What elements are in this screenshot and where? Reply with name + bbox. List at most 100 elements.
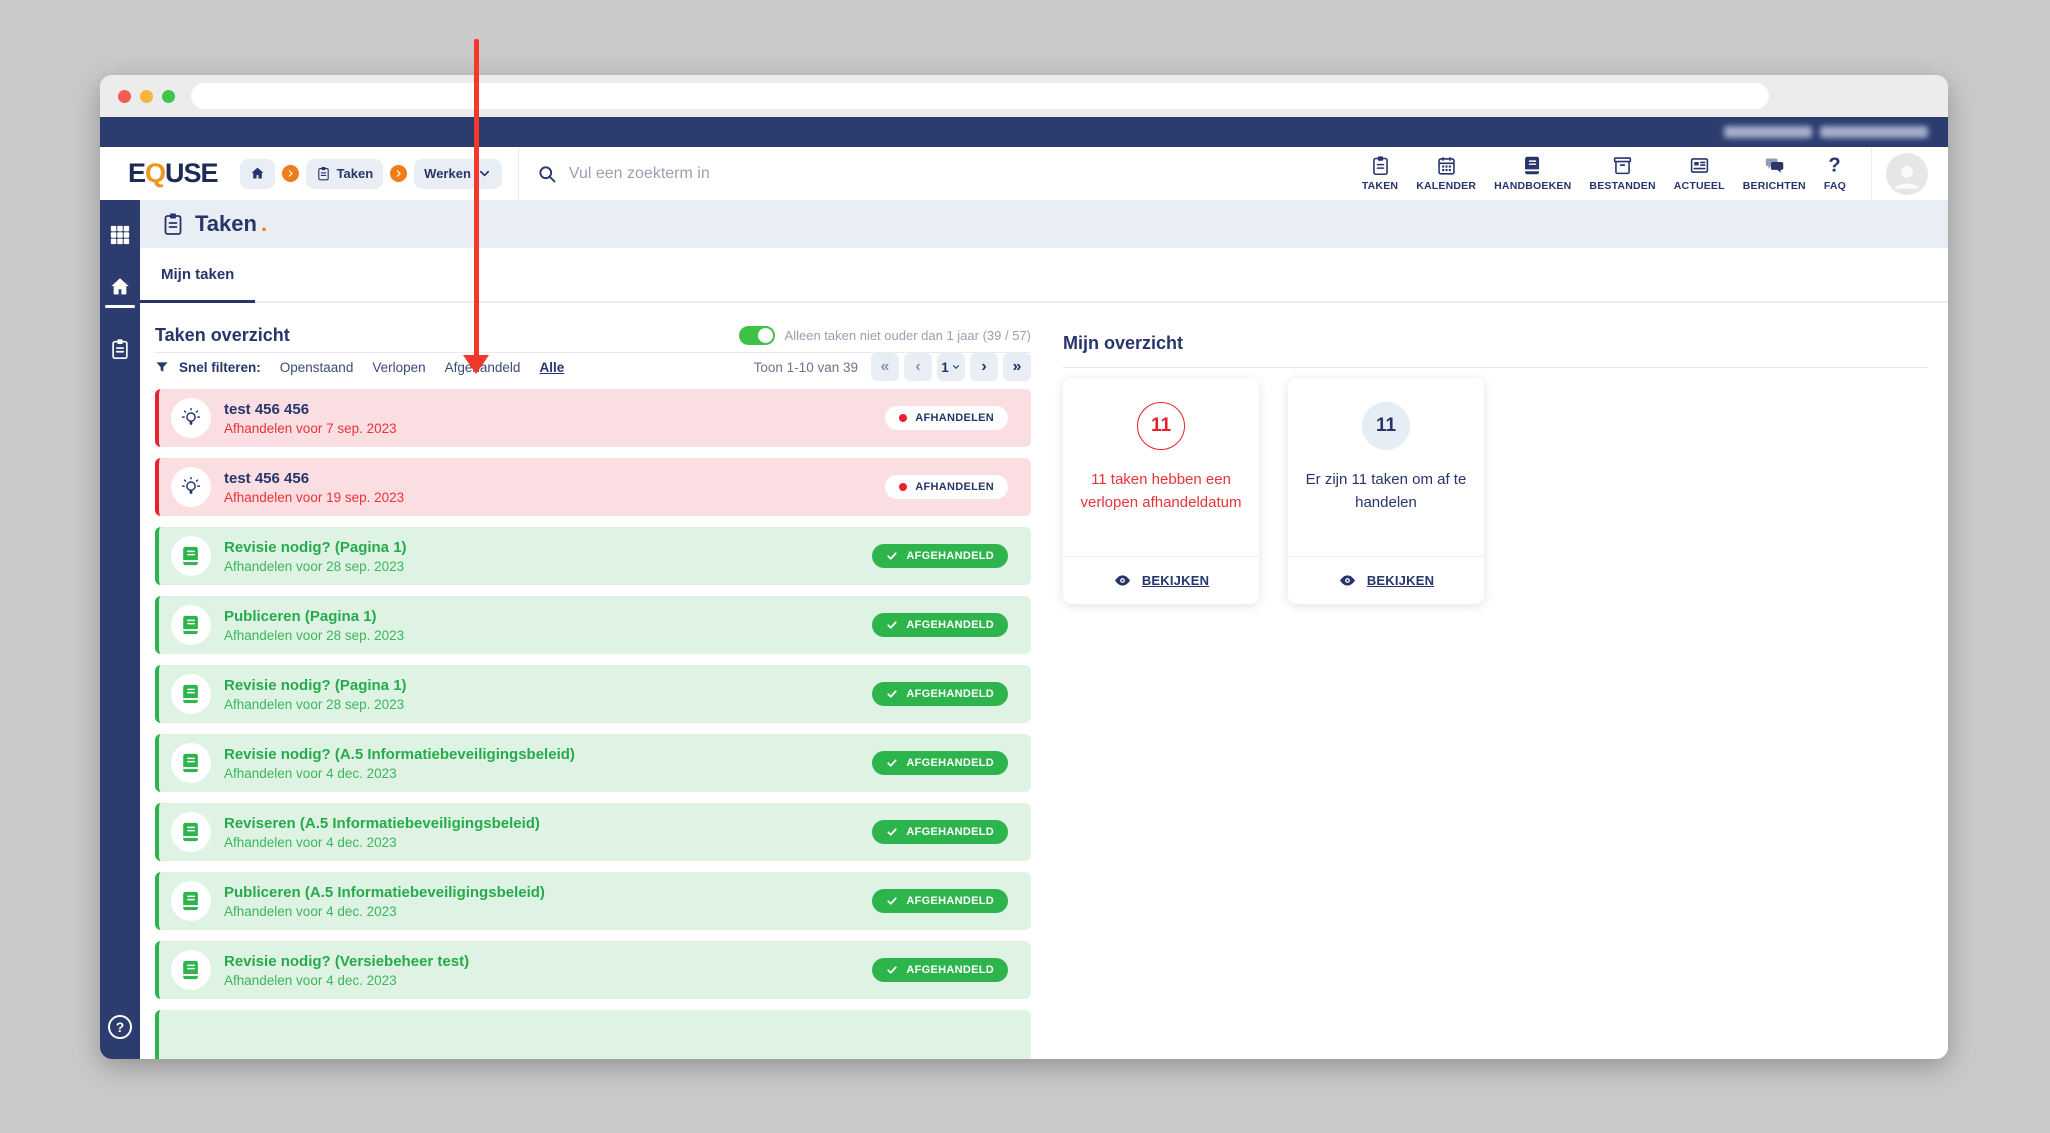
nav-item-kalender[interactable]: KALENDER bbox=[1407, 155, 1485, 192]
count-circle: 11 bbox=[1362, 402, 1410, 450]
address-bar[interactable] bbox=[191, 83, 1769, 109]
status-badge: AFGEHANDELD bbox=[872, 751, 1008, 775]
age-filter-toggle[interactable] bbox=[738, 326, 775, 345]
search-input[interactable] bbox=[568, 164, 969, 183]
status-badge: AFGEHANDELD bbox=[872, 820, 1008, 844]
overview-card: 11 11 taken hebben een verlopen afhandeld… bbox=[1063, 378, 1259, 604]
nav-item-faq[interactable]: ? FAQ bbox=[1815, 155, 1855, 192]
page-select[interactable]: 1 bbox=[937, 353, 965, 381]
task-icon-circle bbox=[171, 950, 211, 990]
clipboard-icon bbox=[316, 166, 331, 181]
task-row[interactable]: Revisie nodig? (A.5 Informatiebeveiligin… bbox=[155, 734, 1031, 792]
task-due-date: Afhandelen voor 19 sep. 2023 bbox=[224, 489, 405, 505]
status-badge-label: AFHANDELEN bbox=[915, 412, 994, 424]
user-avatar[interactable] bbox=[1886, 152, 1928, 195]
archive-icon bbox=[1612, 155, 1633, 176]
task-title: test 456 456 bbox=[224, 400, 310, 418]
tab-bar: Mijn taken bbox=[140, 248, 1948, 303]
page-title-suffix: . bbox=[260, 211, 268, 236]
logo-text: E bbox=[128, 158, 146, 188]
check-icon bbox=[886, 550, 898, 562]
equse-logo[interactable]: E Q USE bbox=[128, 158, 219, 189]
sidebar-item-clipboard[interactable] bbox=[108, 338, 132, 360]
task-due-date: Afhandelen voor 4 dec. 2023 bbox=[224, 765, 397, 781]
close-window-button[interactable] bbox=[118, 89, 131, 103]
task-row[interactable] bbox=[155, 1010, 1031, 1059]
window-controls bbox=[118, 89, 175, 103]
book-icon bbox=[1522, 155, 1543, 176]
book-icon bbox=[180, 614, 202, 636]
bekijken-button[interactable]: BEKIJKEN bbox=[1063, 556, 1259, 604]
divider bbox=[1063, 367, 1928, 368]
task-row[interactable]: Publiceren (Pagina 1) Afhandelen voor 28 … bbox=[155, 596, 1031, 654]
filter-openstaand[interactable]: Openstaand bbox=[280, 360, 354, 375]
task-row[interactable]: Publiceren (A.5 Informatiebeveiligingsbe… bbox=[155, 872, 1031, 930]
top-navigation: TAKEN KALENDER HANDBOEKEN BESTANDEN ACTUEEL B… bbox=[1353, 155, 1855, 192]
content-area: ? Taken . Mijn taken Taken overzicht All… bbox=[100, 200, 1948, 1059]
breadcrumb-label: Taken bbox=[336, 166, 374, 181]
filter-alle[interactable]: Alle bbox=[539, 360, 564, 375]
task-due-date: Afhandelen voor 4 dec. 2023 bbox=[224, 834, 397, 850]
check-icon bbox=[886, 964, 898, 976]
card-text: Er zijn 11 taken om af te handelen bbox=[1305, 471, 1467, 512]
status-dot-icon bbox=[899, 414, 908, 422]
status-badge-label: AFGEHANDELD bbox=[906, 757, 994, 769]
sidebar: ? bbox=[100, 200, 140, 1059]
nav-item-actueel[interactable]: ACTUEEL bbox=[1665, 155, 1734, 192]
sidebar-item-home[interactable] bbox=[105, 276, 135, 308]
bekijken-label: BEKIJKEN bbox=[1141, 573, 1210, 588]
nav-item-bestanden[interactable]: BESTANDEN bbox=[1580, 155, 1664, 192]
tab-mijn-taken[interactable]: Mijn taken bbox=[140, 248, 256, 303]
chevron-right-icon bbox=[394, 169, 403, 178]
task-due-date: Afhandelen voor 28 sep. 2023 bbox=[224, 558, 405, 574]
last-page-button[interactable]: » bbox=[1003, 353, 1031, 381]
task-due-date: Afhandelen voor 4 dec. 2023 bbox=[224, 972, 397, 988]
breadcrumb-item-werken[interactable]: Werken bbox=[414, 158, 502, 189]
task-row[interactable]: Revisie nodig? (Pagina 1) Afhandelen voor… bbox=[155, 527, 1031, 585]
maximize-window-button[interactable] bbox=[162, 89, 175, 103]
lightbulb-icon bbox=[180, 407, 202, 429]
calendar-icon bbox=[1436, 155, 1457, 176]
status-badge-label: AFGEHANDELD bbox=[906, 895, 994, 907]
sidebar-item-grid[interactable] bbox=[108, 224, 132, 246]
status-badge: AFGEHANDELD bbox=[872, 613, 1008, 637]
overview-panel: Mijn overzicht 11 11 taken hebben een ver… bbox=[1063, 325, 1928, 1059]
breadcrumb-item-home[interactable] bbox=[239, 158, 275, 189]
browser-chrome bbox=[100, 75, 1948, 117]
book-icon bbox=[180, 545, 202, 567]
eye-icon bbox=[1113, 571, 1132, 590]
next-page-button[interactable]: › bbox=[970, 353, 998, 381]
task-title: test 456 456 bbox=[224, 469, 310, 487]
overview-card: 11 Er zijn 11 taken om af te handelen BEKI… bbox=[1288, 378, 1484, 604]
book-icon bbox=[180, 821, 202, 843]
previous-page-button[interactable]: ‹ bbox=[904, 353, 932, 381]
chevron-down-icon bbox=[951, 362, 961, 372]
nav-item-label: TAKEN bbox=[1361, 180, 1399, 192]
bekijken-button[interactable]: BEKIJKEN bbox=[1288, 556, 1484, 604]
help-button[interactable]: ? bbox=[108, 1015, 132, 1039]
task-row[interactable]: Revisie nodig? (Versiebeheer test) Afhand… bbox=[155, 941, 1031, 999]
task-row[interactable]: Revisie nodig? (Pagina 1) Afhandelen voor… bbox=[155, 665, 1031, 723]
task-row[interactable]: test 456 456 Afhandelen voor 19 sep. 2023… bbox=[155, 458, 1031, 516]
clipboard-icon bbox=[161, 212, 185, 236]
grid-icon bbox=[109, 224, 131, 246]
nav-item-taken[interactable]: TAKEN bbox=[1353, 155, 1407, 192]
nav-item-handboeken[interactable]: HANDBOEKEN bbox=[1485, 155, 1580, 192]
check-icon bbox=[886, 619, 898, 631]
breadcrumb-separator-icon bbox=[390, 165, 408, 182]
check-icon bbox=[886, 826, 898, 838]
task-row[interactable]: Reviseren (A.5 Informatiebeveiligingsbel… bbox=[155, 803, 1031, 861]
breadcrumb-item-taken[interactable]: Taken bbox=[305, 158, 384, 189]
top-user-strip bbox=[100, 117, 1948, 147]
bekijken-label: BEKIJKEN bbox=[1366, 573, 1435, 588]
filter-verlopen[interactable]: Verlopen bbox=[372, 360, 425, 375]
nav-item-berichten[interactable]: BERICHTEN bbox=[1734, 155, 1815, 192]
home-icon bbox=[109, 276, 131, 298]
svg-text:?: ? bbox=[1829, 155, 1841, 176]
task-title: Reviseren (A.5 Informatiebeveiligingsbel… bbox=[224, 814, 540, 832]
minimize-window-button[interactable] bbox=[140, 89, 153, 103]
task-row[interactable]: test 456 456 Afhandelen voor 7 sep. 2023 A… bbox=[155, 389, 1031, 447]
check-icon bbox=[886, 688, 898, 700]
first-page-button[interactable]: « bbox=[871, 353, 899, 381]
check-icon bbox=[886, 895, 898, 907]
